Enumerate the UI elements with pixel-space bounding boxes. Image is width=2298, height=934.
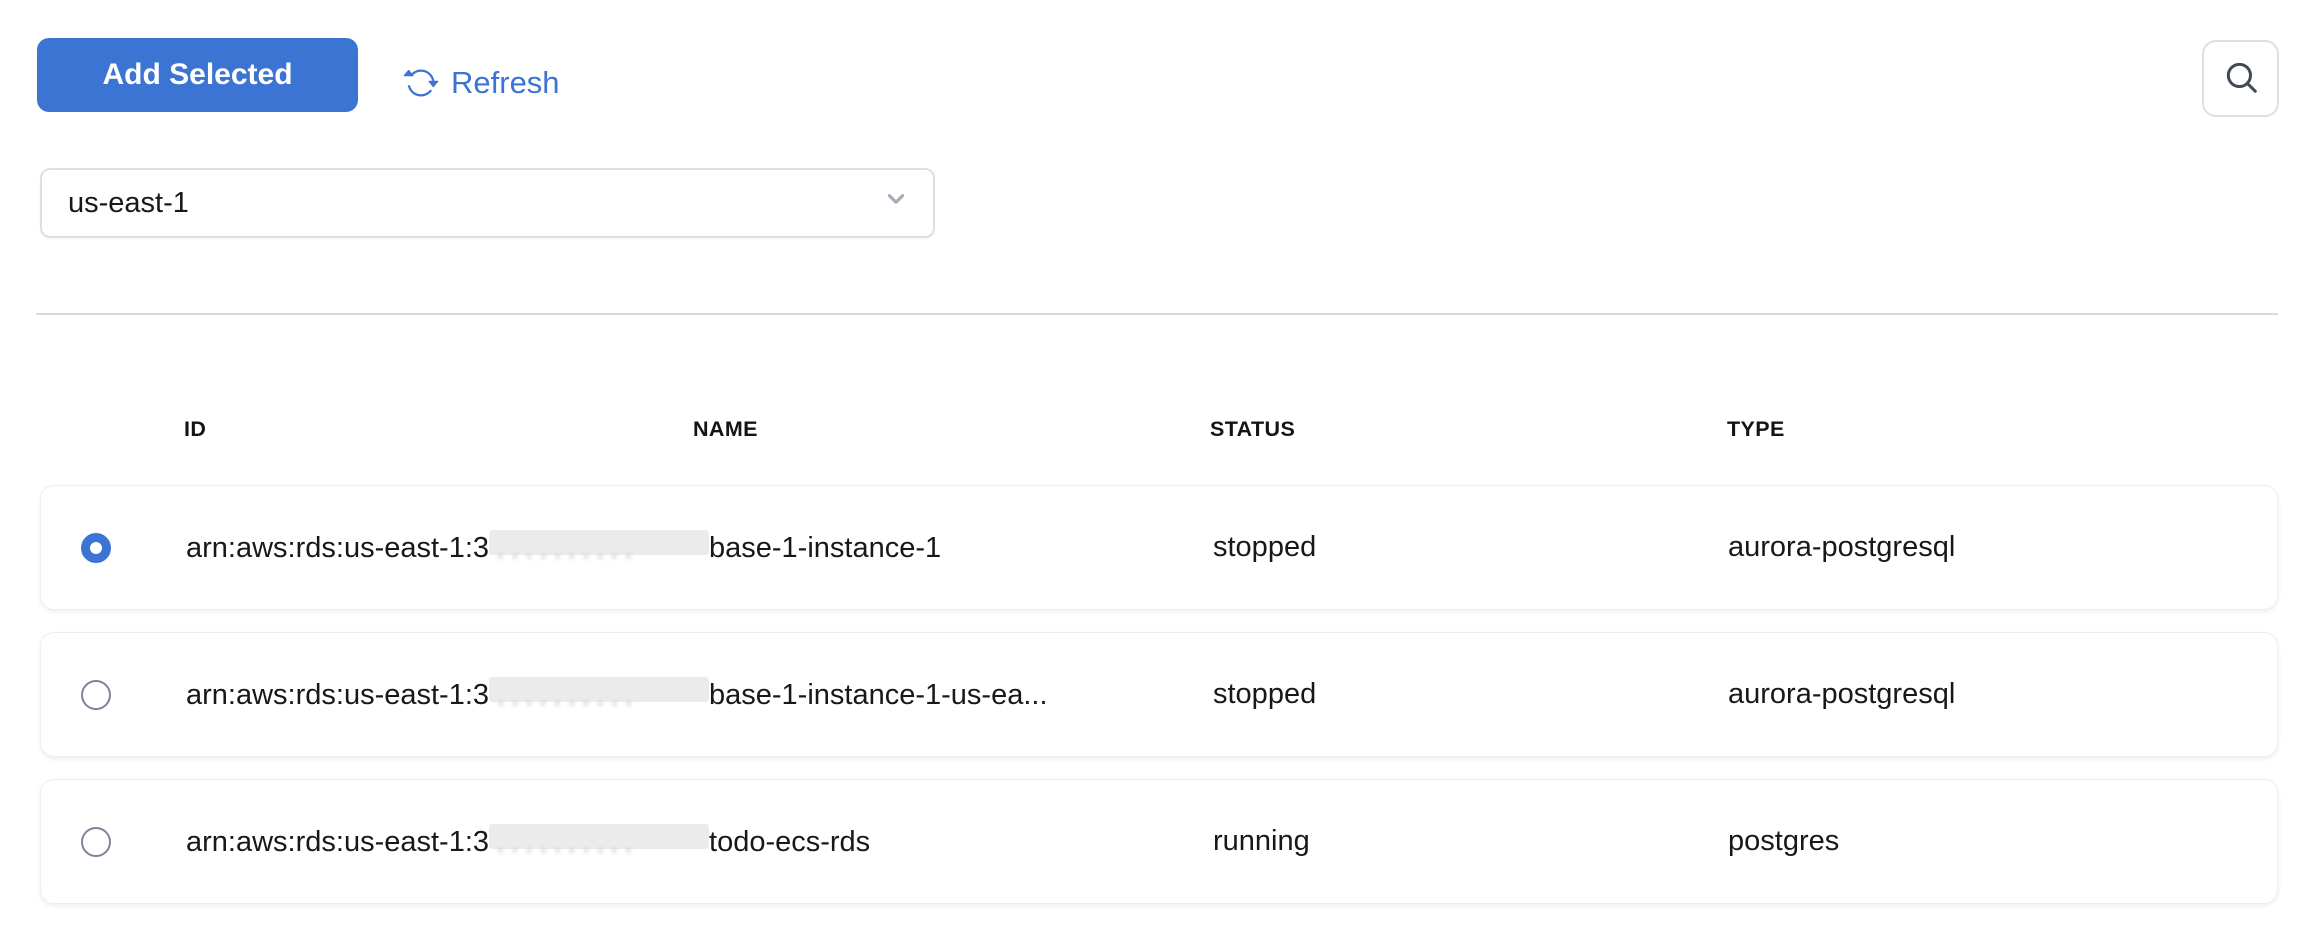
row-type: aurora-postgresql: [1728, 486, 1955, 609]
region-select[interactable]: us-east-1: [40, 168, 935, 238]
row-name: todo-ecs-rds: [709, 826, 870, 858]
refresh-label: Refresh: [451, 65, 560, 101]
refresh-icon: [403, 65, 439, 101]
radio-button[interactable]: [81, 533, 111, 563]
chevron-down-icon: [883, 186, 909, 220]
row-id-prefix: arn:aws:rds:us-east-1:3: [186, 679, 489, 711]
row-id: arn:aws:rds:us-east-1:3..........base-1-…: [186, 633, 1048, 756]
search-icon: [2222, 58, 2260, 99]
divider: [36, 313, 2278, 315]
row-status: running: [1213, 780, 1310, 903]
search-button[interactable]: [2202, 40, 2279, 117]
row-id-prefix: arn:aws:rds:us-east-1:3: [186, 826, 489, 858]
redacted-account-id: ..........: [489, 677, 709, 702]
row-name: base-1-instance-1-us-ea...: [709, 679, 1048, 711]
table-row[interactable]: arn:aws:rds:us-east-1:3..........todo-ec…: [40, 779, 2278, 904]
row-id-prefix: arn:aws:rds:us-east-1:3: [186, 532, 489, 564]
redacted-account-id: ..........: [489, 530, 709, 555]
table-row[interactable]: arn:aws:rds:us-east-1:3..........base-1-…: [40, 485, 2278, 610]
rds-instance-picker: Add Selected Refresh us-east-1 ID: [0, 0, 2298, 934]
table-row[interactable]: arn:aws:rds:us-east-1:3..........base-1-…: [40, 632, 2278, 757]
column-header-status: STATUS: [1210, 417, 1295, 442]
row-status: stopped: [1213, 633, 1316, 756]
radio-button[interactable]: [81, 827, 111, 857]
redacted-account-id: ..........: [489, 824, 709, 849]
table-header: ID NAME STATUS TYPE: [0, 417, 2298, 447]
row-type: aurora-postgresql: [1728, 633, 1955, 756]
radio-button[interactable]: [81, 680, 111, 710]
row-id: arn:aws:rds:us-east-1:3..........base-1-…: [186, 486, 941, 609]
row-name: base-1-instance-1: [709, 532, 941, 564]
add-selected-button[interactable]: Add Selected: [37, 38, 358, 112]
row-status: stopped: [1213, 486, 1316, 609]
refresh-button[interactable]: Refresh: [403, 58, 560, 108]
column-header-type: TYPE: [1727, 417, 1785, 442]
column-header-id: ID: [184, 417, 206, 442]
row-id: arn:aws:rds:us-east-1:3..........todo-ec…: [186, 780, 870, 903]
region-select-value: us-east-1: [68, 187, 189, 220]
column-header-name: NAME: [693, 417, 758, 442]
row-type: postgres: [1728, 780, 1839, 903]
